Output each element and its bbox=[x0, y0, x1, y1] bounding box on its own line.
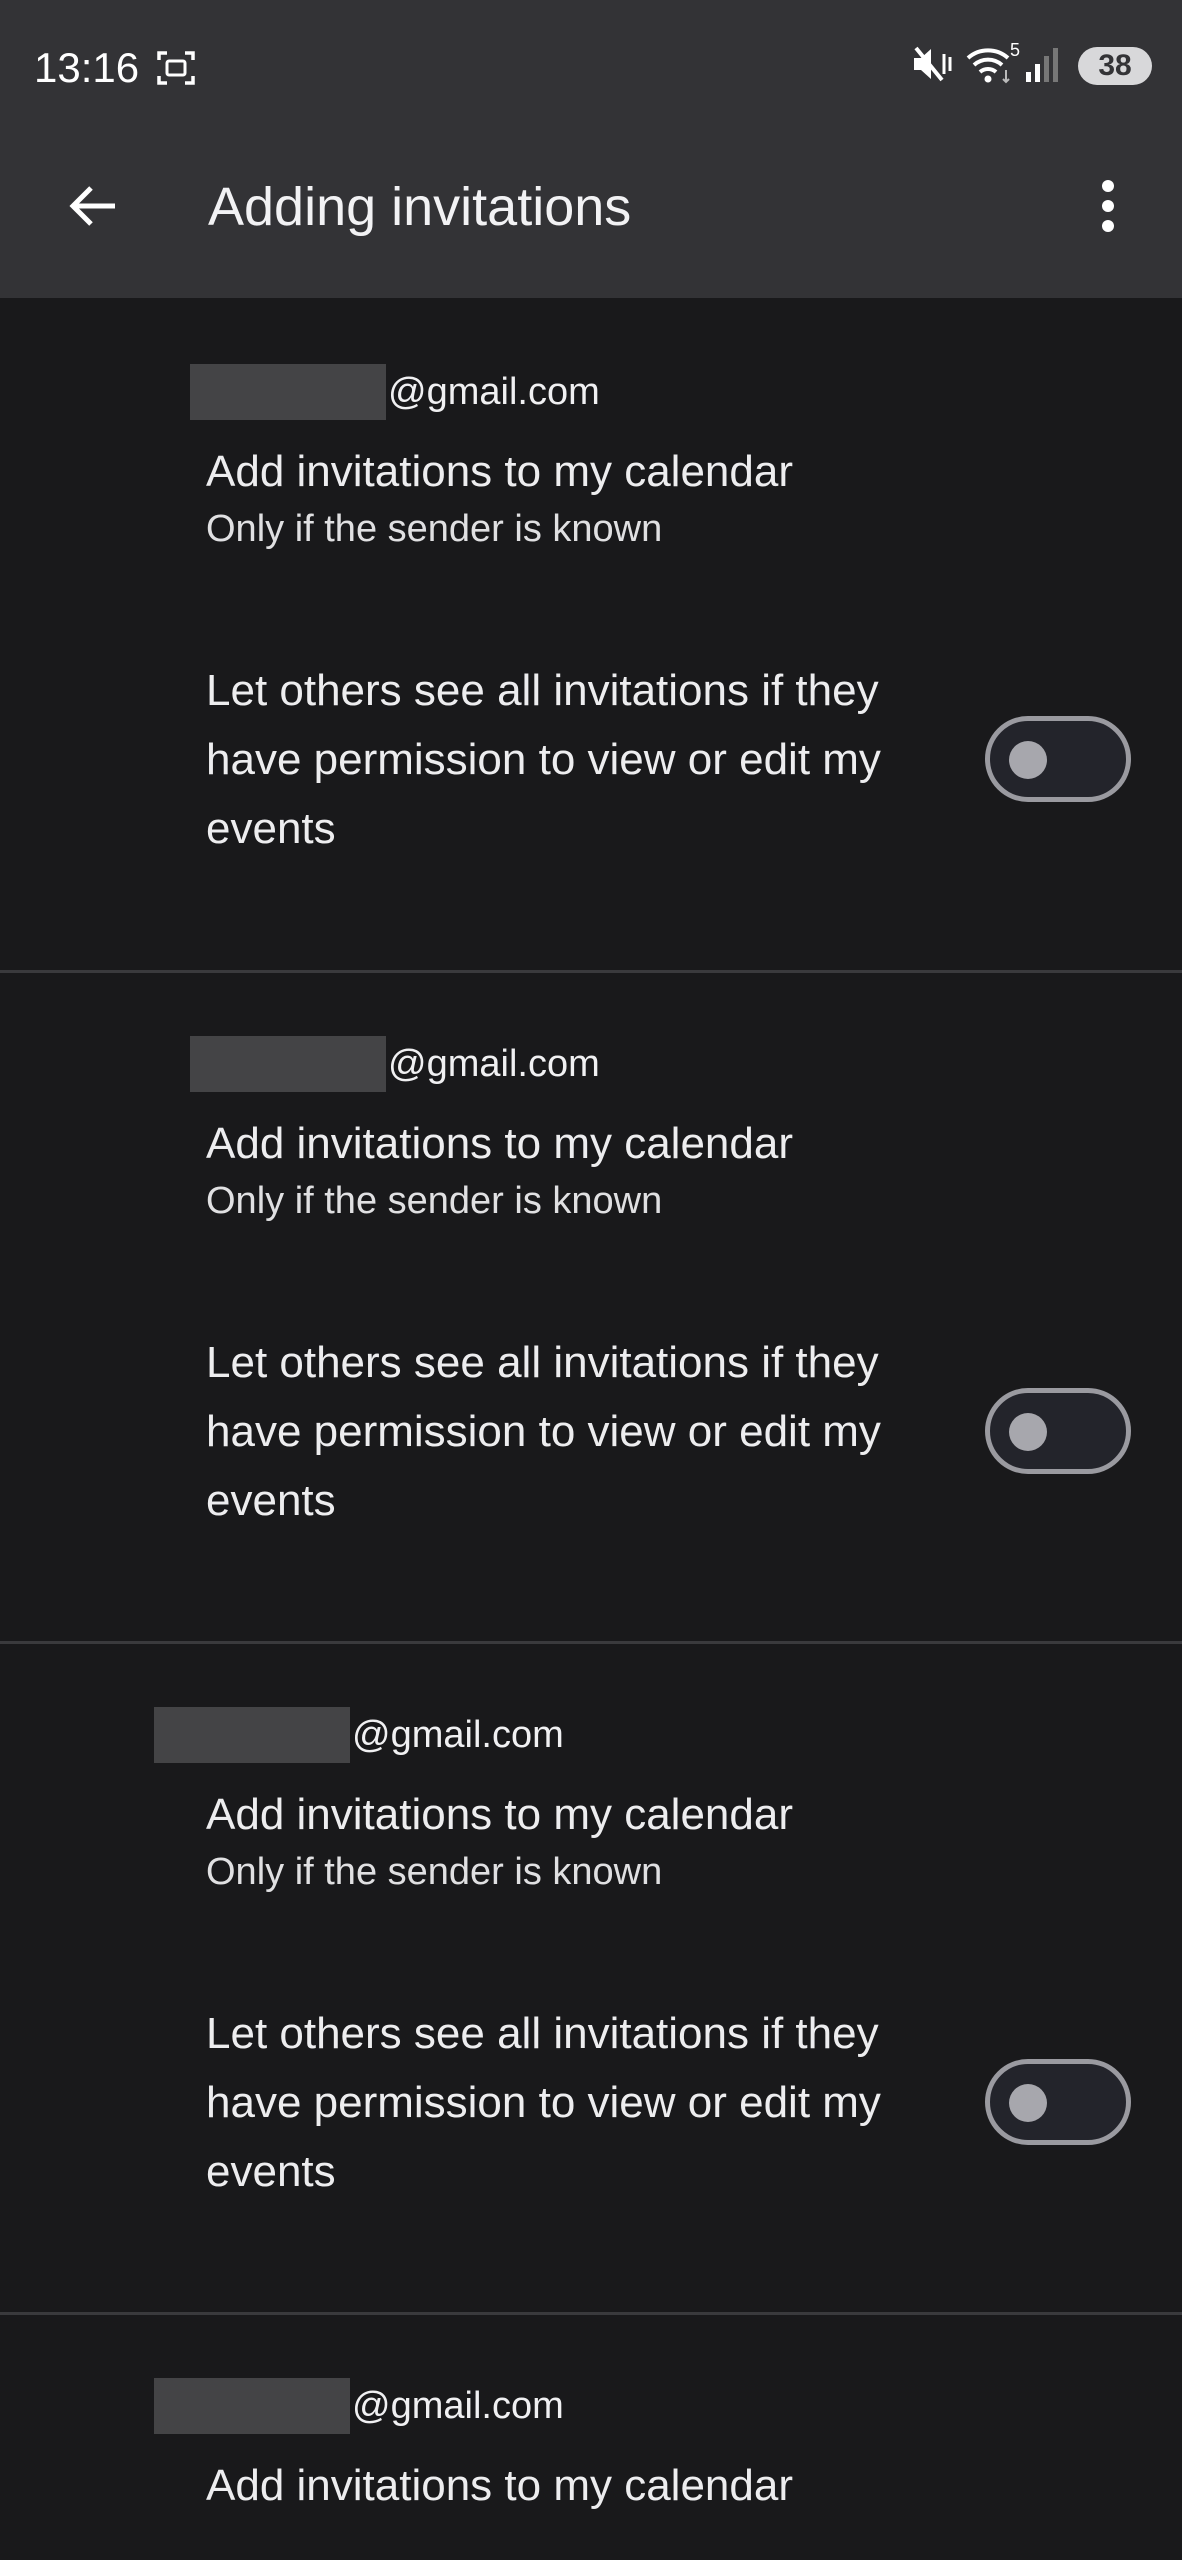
arrow-back-icon bbox=[65, 179, 119, 238]
share-invitations-label: Let others see all invitations if they h… bbox=[206, 666, 881, 853]
share-invitations-toggle[interactable] bbox=[985, 1388, 1131, 1474]
account-section: @gmail.com Add invitations to my calenda… bbox=[0, 2312, 1182, 2560]
wifi-icon: 5 bbox=[966, 40, 1020, 89]
redacted-email-username bbox=[190, 1036, 386, 1092]
account-section: @gmail.com Add invitations to my calenda… bbox=[0, 298, 1182, 970]
toggle-thumb bbox=[1009, 741, 1047, 779]
add-invitations-value: Only if the sender is known bbox=[206, 508, 663, 550]
page-title: Adding invitations bbox=[208, 177, 632, 237]
add-invitations-title: Add invitations to my calendar bbox=[206, 447, 793, 496]
screenshot-icon bbox=[156, 48, 196, 88]
signal-bars-icon bbox=[1024, 44, 1060, 89]
vibrate-mute-icon bbox=[910, 44, 956, 89]
add-invitations-setting[interactable]: Add invitations to my calendar Only if t… bbox=[206, 441, 986, 555]
account-email: @gmail.com bbox=[190, 364, 600, 420]
add-invitations-setting[interactable]: Add invitations to my calendar Only if t… bbox=[206, 1113, 986, 1227]
add-invitations-value: Only if the sender is known bbox=[206, 1851, 663, 1893]
add-invitations-title: Add invitations to my calendar bbox=[206, 1119, 793, 1168]
redacted-email-username bbox=[154, 2378, 350, 2434]
toggle-thumb bbox=[1009, 1413, 1047, 1451]
email-domain: @gmail.com bbox=[388, 1042, 600, 1085]
account-section: @gmail.com Add invitations to my calenda… bbox=[0, 1641, 1182, 2312]
share-invitations-toggle[interactable] bbox=[985, 716, 1131, 802]
add-invitations-title: Add invitations to my calendar bbox=[206, 1790, 793, 1839]
status-icons: 5 38 bbox=[910, 40, 1152, 89]
account-email: @gmail.com bbox=[154, 1707, 564, 1763]
share-invitations-toggle[interactable] bbox=[985, 2059, 1131, 2145]
email-domain: @gmail.com bbox=[352, 2384, 564, 2427]
status-time: 13:16 bbox=[34, 44, 140, 91]
more-vert-icon bbox=[1098, 178, 1118, 239]
add-invitations-title: Add invitations to my calendar bbox=[206, 2461, 793, 2510]
toggle-thumb bbox=[1009, 2084, 1047, 2122]
email-domain: @gmail.com bbox=[352, 1713, 564, 1756]
add-invitations-setting[interactable]: Add invitations to my calendar bbox=[206, 2455, 986, 2517]
share-invitations-setting[interactable]: Let others see all invitations if they h… bbox=[206, 656, 966, 863]
add-invitations-value: Only if the sender is known bbox=[206, 1180, 663, 1222]
account-email: @gmail.com bbox=[154, 2378, 564, 2434]
redacted-email-username bbox=[190, 364, 386, 420]
top-bar: 13:16 5 38 Adding invitations bbox=[0, 0, 1182, 298]
account-section: @gmail.com Add invitations to my calenda… bbox=[0, 970, 1182, 1641]
battery-indicator: 38 bbox=[1078, 47, 1152, 85]
add-invitations-setting[interactable]: Add invitations to my calendar Only if t… bbox=[206, 1784, 986, 1898]
wifi-band-label: 5 bbox=[1009, 39, 1020, 60]
share-invitations-label: Let others see all invitations if they h… bbox=[206, 2009, 881, 2196]
more-options-button[interactable] bbox=[1076, 168, 1140, 248]
share-invitations-label: Let others see all invitations if they h… bbox=[206, 1338, 881, 1525]
share-invitations-setting[interactable]: Let others see all invitations if they h… bbox=[206, 1999, 966, 2206]
share-invitations-setting[interactable]: Let others see all invitations if they h… bbox=[206, 1328, 966, 1535]
back-button[interactable] bbox=[52, 168, 132, 248]
email-domain: @gmail.com bbox=[388, 370, 600, 413]
account-email: @gmail.com bbox=[190, 1036, 600, 1092]
redacted-email-username bbox=[154, 1707, 350, 1763]
